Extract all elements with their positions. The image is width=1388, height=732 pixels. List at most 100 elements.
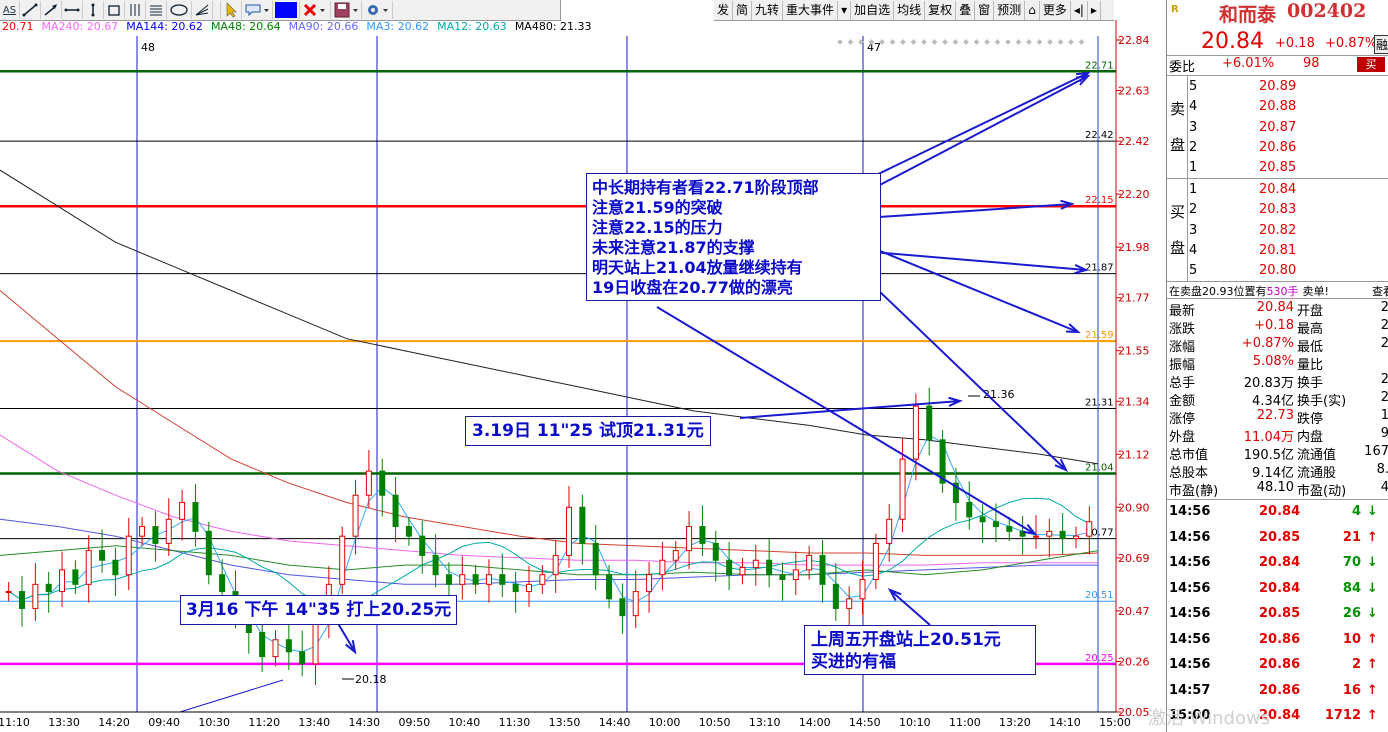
tick-row: 14:56 20.85 21 ↑ <box>1167 530 1388 550</box>
level-label: 20.51 <box>1085 590 1114 601</box>
buy_side-level-price[interactable]: 20.83 <box>1259 202 1296 217</box>
candle-body <box>686 526 693 552</box>
stat-value: 190.5亿 <box>1243 448 1294 463</box>
buy_side-level-price[interactable]: 20.84 <box>1259 182 1296 197</box>
candle-body <box>752 559 759 568</box>
toolbar-btn-notice[interactable]: 发 <box>714 0 734 20</box>
save-drawing-icon[interactable] <box>331 1 362 19</box>
ma-legend-item: MA48: 20.64 <box>210 20 281 33</box>
toolbar-btn-more[interactable]: 更多 <box>1040 0 1071 20</box>
x-tick-label: 10:30 <box>198 716 230 729</box>
fan-lines-icon[interactable] <box>192 1 213 19</box>
candle-body <box>525 583 532 593</box>
segment-icon[interactable] <box>62 1 83 19</box>
buy-button[interactable]: 买 <box>1357 57 1385 72</box>
settings-icon[interactable] <box>362 1 393 19</box>
main-annotation[interactable]: 中长期持有者看22.71阶段顶部 注意21.59的突破 注意22.15的压力 未来注意… <box>586 173 881 301</box>
line-style-icon[interactable]: AS <box>0 1 20 19</box>
pointer-icon[interactable] <box>221 1 242 19</box>
friday-annotation[interactable]: 上周五开盘站上20.51元 买进的有福 <box>804 625 1036 675</box>
candle-body <box>792 569 799 581</box>
toolbar-btn-forecast[interactable]: 预测 <box>994 0 1026 20</box>
ellipse-icon[interactable] <box>167 1 192 19</box>
toolbar-btn-next[interactable]: ▸ <box>1088 0 1101 20</box>
horizontal-lines-icon[interactable] <box>146 1 167 19</box>
delete-icon[interactable] <box>300 1 331 19</box>
stat-label-2: 最低 <box>1297 340 1324 355</box>
toolbar-btn-add-favorite[interactable]: 加自选 <box>851 0 895 20</box>
buy_side-level-price[interactable]: 20.82 <box>1259 223 1296 238</box>
toolbar-btn-home[interactable]: ⌂ <box>1025 0 1040 20</box>
toolbar-btn-moving-average[interactable]: 均线 <box>894 0 926 20</box>
color-swatch-icon[interactable] <box>273 1 300 19</box>
candle-body <box>539 574 546 585</box>
weibi-value: +6.01% <box>1222 56 1275 71</box>
price-change: +0.18 <box>1275 36 1315 51</box>
diagonal-line-icon[interactable] <box>20 1 41 19</box>
x-tick-label: 15:00 <box>1099 716 1131 729</box>
stat-value: 4.34亿 <box>1252 394 1294 409</box>
toolbar-btn-window[interactable]: 窗 <box>975 0 995 20</box>
candle-body <box>59 569 66 593</box>
toolbar-btn-adjust[interactable]: 复权 <box>925 0 957 20</box>
parallel-lines-icon[interactable] <box>125 1 146 19</box>
friday-line-1: 上周五开盘站上20.51元 <box>811 630 1001 650</box>
candle-body <box>179 501 186 520</box>
comment-icon[interactable] <box>242 1 273 19</box>
toolbar-btn-nine-turn[interactable]: 九转 <box>752 0 784 20</box>
toolbar-btn-major-events[interactable]: 重大事件 <box>783 0 839 20</box>
tick-price: 20.84 <box>1259 555 1301 570</box>
test-top-annotation[interactable]: 3.19日 11"25 试顶21.31元 <box>465 416 711 446</box>
x-tick-label: 14:10 <box>1049 716 1081 729</box>
candle-body <box>632 591 639 617</box>
toolbar-btn-prev[interactable]: ◂| <box>1071 0 1088 20</box>
sell_side-level-num: 2 <box>1189 139 1198 155</box>
view-link[interactable]: 查看 <box>1372 283 1388 299</box>
margin-tag[interactable]: 融 <box>1374 35 1388 54</box>
stat-value-2: 2 <box>1380 336 1388 351</box>
candle-body <box>726 559 733 576</box>
y-tick-label: 21.55 <box>1118 345 1150 358</box>
price-chart[interactable]: 48 47 22.71 22.42 22.15 21.87 21.59 21.31 21.04… <box>0 0 1166 732</box>
stat-label: 振幅 <box>1169 358 1196 373</box>
sell_side-level-price[interactable]: 20.88 <box>1259 99 1296 114</box>
sell_side-level-price[interactable]: 20.85 <box>1259 160 1296 175</box>
ma-legend-item: MA90: 20.66 <box>288 20 359 33</box>
ma-legend-item: MA240: 20.67 <box>41 20 119 33</box>
candle-body <box>72 569 79 585</box>
buy_side-level-price[interactable]: 20.80 <box>1259 263 1296 278</box>
candle-body <box>1086 521 1093 537</box>
candle-body <box>659 559 666 576</box>
day-counter-1: 48 <box>141 41 155 54</box>
vertical-line-icon[interactable] <box>83 1 104 19</box>
sell_side-level-price[interactable]: 20.86 <box>1259 140 1296 155</box>
y-tick-label: 20.69 <box>1118 552 1150 565</box>
ma-legend: 20.71 MA240: 20.67 MA144: 20.62 MA48: 20.64… <box>0 20 592 36</box>
candle-body <box>165 518 172 544</box>
x-tick-label: 11:10 <box>0 716 30 729</box>
candle-body <box>445 574 452 585</box>
rectangle-icon[interactable] <box>104 1 125 19</box>
candle-body <box>1072 535 1079 540</box>
buy_side-level-num: 3 <box>1189 222 1198 238</box>
mar16-annotation[interactable]: 3月16 下午 14"35 打上20.25元 <box>180 595 458 625</box>
sell_side-level-price[interactable]: 20.89 <box>1259 79 1296 94</box>
position-bar[interactable]: 在卖盘20.93位置有530手 卖单! <box>1169 283 1329 299</box>
y-tick-label: 21.77 <box>1118 292 1150 305</box>
toolbar-btn-overlay[interactable]: 叠 <box>956 0 976 20</box>
stat-label: 总手 <box>1169 376 1196 391</box>
tick-price: 20.86 <box>1259 657 1301 672</box>
x-tick-label: 14:40 <box>599 716 631 729</box>
ma-legend-item: MA480: 21.33 <box>514 20 592 33</box>
sell_side-level-price[interactable]: 20.87 <box>1259 120 1296 135</box>
tick-time: 14:56 <box>1169 555 1211 570</box>
arrow-line-icon[interactable] <box>41 1 62 19</box>
arrow-down-icon: ↓ <box>1367 606 1378 621</box>
toolbar-btn-dropdown[interactable]: ▾ <box>838 0 852 20</box>
x-tick-label: 10:40 <box>449 716 481 729</box>
toolbar-btn-simplified[interactable]: 简 <box>733 0 753 20</box>
buy_side-level-price[interactable]: 20.81 <box>1259 243 1296 258</box>
ma-legend-item: 20.71 <box>2 20 34 33</box>
position-text-2: 卖单! <box>1302 285 1329 298</box>
candle-body <box>992 521 999 528</box>
